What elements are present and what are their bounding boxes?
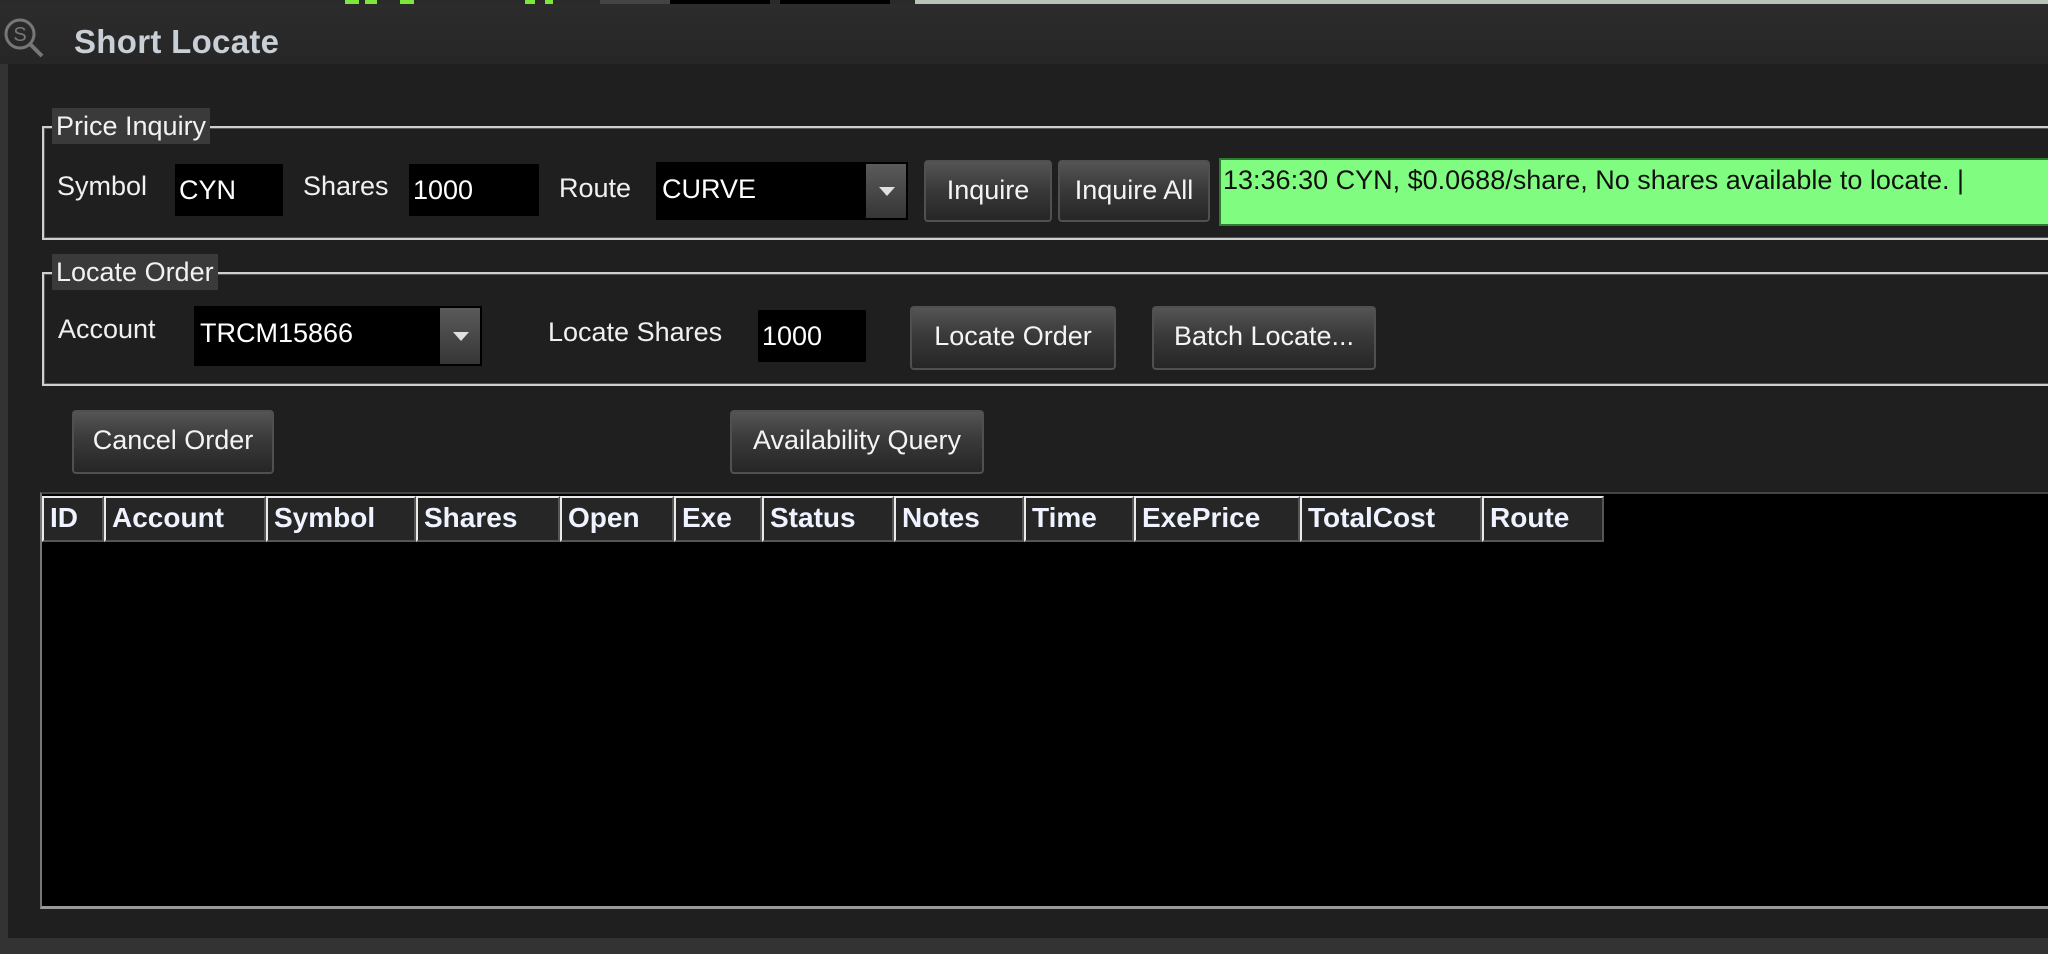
column-header-totalcost[interactable]: TotalCost [1300, 496, 1482, 542]
availability-query-button[interactable]: Availability Query [730, 410, 984, 474]
column-header-exeprice[interactable]: ExePrice [1134, 496, 1300, 542]
column-header-notes[interactable]: Notes [894, 496, 1024, 542]
shares-label: Shares [303, 171, 389, 201]
column-header-time[interactable]: Time [1024, 496, 1134, 542]
cancel-order-button[interactable]: Cancel Order [72, 410, 274, 474]
orders-table[interactable]: ID Account Symbol Shares Open Exe Status… [40, 492, 2048, 909]
price-inquiry-group-label: Price Inquiry [52, 108, 211, 144]
column-header-symbol[interactable]: Symbol [266, 496, 416, 542]
locate-shares-input[interactable] [758, 310, 866, 362]
account-label: Account [58, 314, 156, 344]
orders-table-header: ID Account Symbol Shares Open Exe Status… [42, 496, 1604, 542]
account-dropdown-value: TRCM15866 [200, 318, 354, 348]
chevron-down-icon[interactable] [440, 308, 480, 364]
svg-text:S: S [13, 24, 26, 46]
locate-order-button[interactable]: Locate Order [910, 306, 1116, 370]
window-title-bar[interactable]: S Short Locate [0, 4, 2048, 64]
search-s-icon: S [4, 18, 44, 58]
chevron-down-icon[interactable] [866, 164, 906, 218]
shares-input[interactable] [409, 164, 539, 216]
column-header-route[interactable]: Route [1482, 496, 1604, 542]
route-dropdown-value: CURVE [662, 174, 757, 204]
route-label: Route [559, 173, 632, 203]
window-title: Short Locate [74, 23, 280, 60]
inquiry-status-message: 13:36:30 CYN, $0.0688/share, No shares a… [1219, 158, 2048, 226]
inquire-button[interactable]: Inquire [924, 160, 1052, 222]
locate-shares-label: Locate Shares [548, 317, 723, 347]
column-header-account[interactable]: Account [104, 496, 266, 542]
column-header-exe[interactable]: Exe [674, 496, 762, 542]
symbol-label: Symbol [57, 171, 148, 201]
inquire-all-button[interactable]: Inquire All [1058, 160, 1210, 222]
route-dropdown[interactable]: CURVE [656, 162, 908, 220]
account-dropdown[interactable]: TRCM15866 [194, 306, 482, 366]
locate-order-group-label: Locate Order [52, 254, 218, 290]
column-header-id[interactable]: ID [42, 496, 104, 542]
column-header-status[interactable]: Status [762, 496, 894, 542]
column-header-shares[interactable]: Shares [416, 496, 560, 542]
batch-locate-button[interactable]: Batch Locate... [1152, 306, 1376, 370]
column-header-open[interactable]: Open [560, 496, 674, 542]
symbol-input[interactable] [175, 164, 283, 216]
